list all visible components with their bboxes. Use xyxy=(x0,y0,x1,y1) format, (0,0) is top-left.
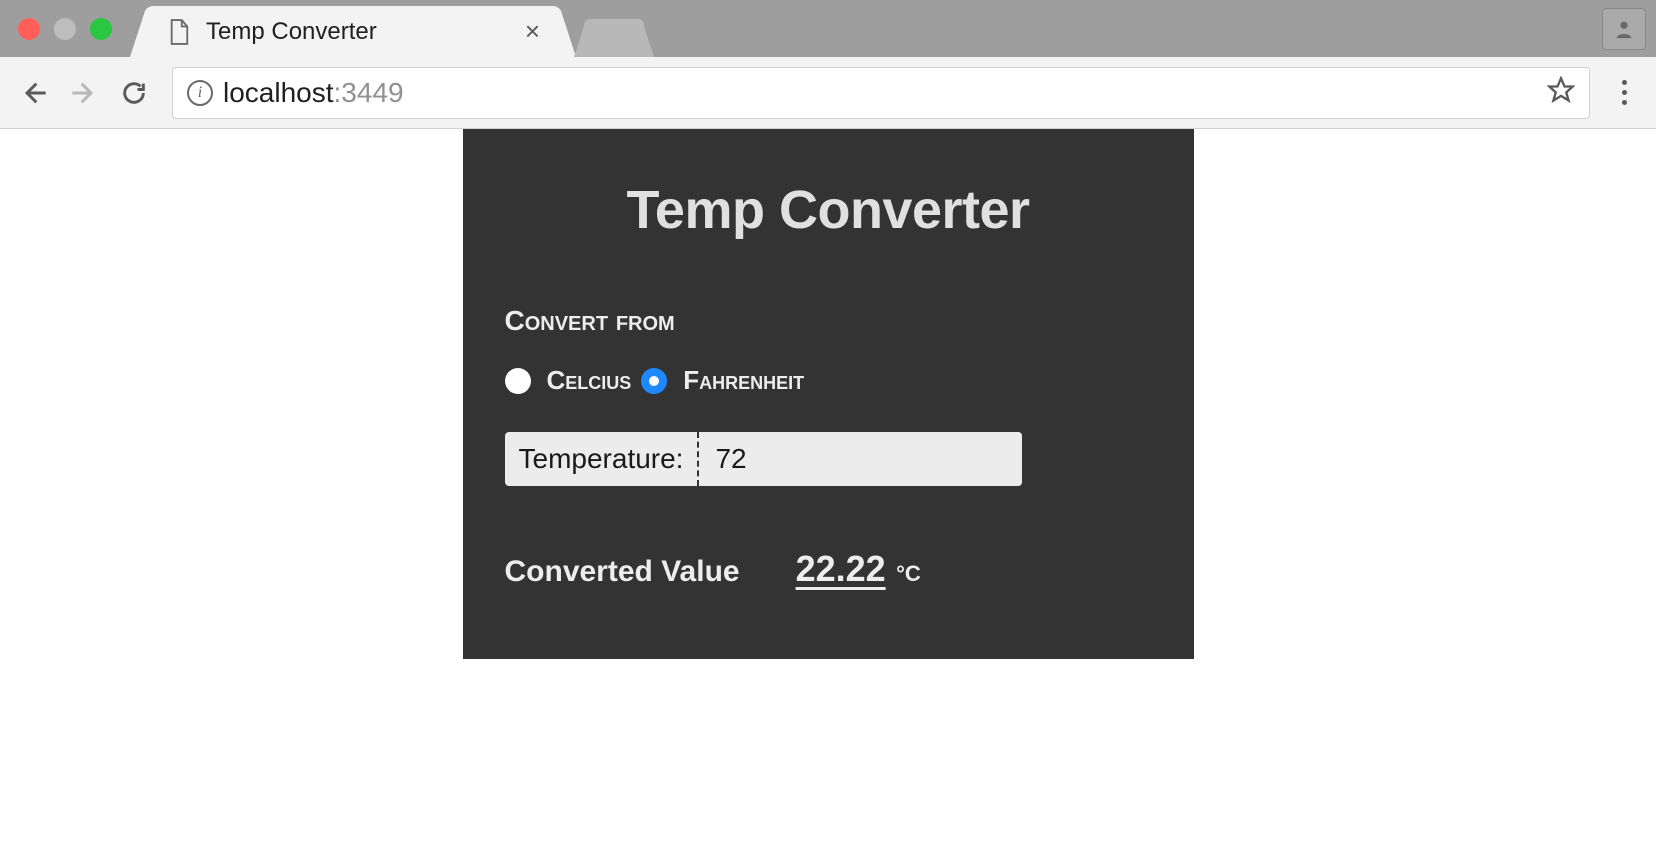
radio-fahrenheit-label: Fahrenheit xyxy=(683,365,804,396)
new-tab-button[interactable] xyxy=(584,19,644,57)
radio-celcius[interactable] xyxy=(505,368,531,394)
radio-fahrenheit[interactable] xyxy=(641,368,667,394)
window-close-icon[interactable] xyxy=(18,18,40,40)
tab-title: Temp Converter xyxy=(206,18,525,46)
browser-tab-strip: Temp Converter × xyxy=(0,0,1656,57)
window-maximize-icon[interactable] xyxy=(90,18,112,40)
radio-celcius-label: Celcius xyxy=(547,365,632,396)
browser-menu-icon[interactable] xyxy=(1606,80,1642,105)
forward-button xyxy=(64,73,104,113)
window-minimize-icon[interactable] xyxy=(54,18,76,40)
temperature-input[interactable] xyxy=(699,432,1021,486)
close-tab-icon[interactable]: × xyxy=(525,16,540,47)
result-unit: °C xyxy=(896,561,921,586)
temperature-input-label: Temperature: xyxy=(505,432,700,486)
page-viewport: Temp Converter Convert from Celcius Fahr… xyxy=(0,129,1656,659)
result-label: Converted Value xyxy=(505,555,740,589)
convert-from-label: Convert from xyxy=(505,305,1152,337)
page-icon xyxy=(166,19,192,45)
window-controls xyxy=(18,18,112,40)
reload-button[interactable] xyxy=(114,73,154,113)
url-text: localhost:3449 xyxy=(223,77,404,109)
result-value: 22.22 xyxy=(796,548,886,589)
address-bar[interactable]: i localhost:3449 xyxy=(172,67,1590,119)
user-profile-icon[interactable] xyxy=(1602,8,1646,50)
back-button[interactable] xyxy=(14,73,54,113)
result-row: Converted Value 22.22 °C xyxy=(505,548,1152,590)
app-title: Temp Converter xyxy=(505,179,1152,241)
browser-tab[interactable]: Temp Converter × xyxy=(148,6,558,57)
site-info-icon[interactable]: i xyxy=(187,80,213,106)
bookmark-star-icon[interactable] xyxy=(1547,76,1575,109)
browser-toolbar: i localhost:3449 xyxy=(0,57,1656,129)
temp-converter-app: Temp Converter Convert from Celcius Fahr… xyxy=(463,129,1194,659)
unit-radio-group: Celcius Fahrenheit xyxy=(505,365,1152,396)
temperature-input-row: Temperature: xyxy=(505,432,1022,486)
